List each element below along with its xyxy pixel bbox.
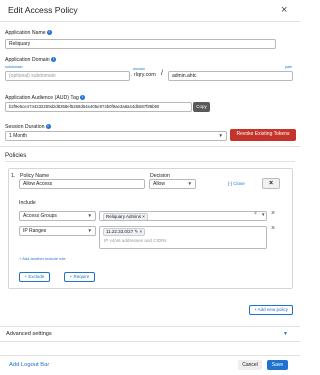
- policy-index: 1.: [11, 173, 16, 179]
- divider: [5, 161, 295, 162]
- close-policy-link[interactable]: [-] Close: [228, 181, 245, 186]
- info-icon: i: [50, 57, 56, 63]
- include-label: Include: [19, 200, 36, 206]
- policies-heading: Policies: [5, 152, 27, 159]
- app-domain-label: Application Domain i: [5, 57, 56, 63]
- decision-select[interactable]: Allow ▼: [149, 179, 196, 189]
- add-policy-button[interactable]: + Add new policy: [249, 305, 293, 315]
- divider: [0, 341, 300, 342]
- path-input[interactable]: admin.ahtc: [168, 71, 293, 81]
- exclude-button[interactable]: + Exclude: [19, 272, 50, 282]
- subdomain-input[interactable]: (optional) subdomain: [5, 71, 130, 81]
- chevron-down-icon: ▼: [87, 228, 92, 233]
- rule-selector-ip-ranges[interactable]: IP Ranges ▼: [19, 226, 96, 236]
- chevron-down-icon: ▼: [187, 181, 192, 186]
- divider: [0, 326, 300, 327]
- chevron-down-icon[interactable]: ▼: [283, 331, 288, 337]
- dialog-title: Edit Access Policy: [8, 5, 78, 15]
- app-name-input[interactable]: Reliquary: [5, 39, 276, 49]
- reliquary-admins-tag[interactable]: Reliquary Admins ×: [103, 213, 148, 220]
- subdomain-label: subdomain: [5, 65, 23, 69]
- remove-rule-icon[interactable]: ×: [271, 225, 275, 232]
- aud-tag-label: Application Audience (AUD) Tag i: [5, 95, 85, 101]
- revoke-tokens-button[interactable]: Revoke Existing Tokens: [230, 129, 296, 141]
- chevron-down-icon[interactable]: ▼: [261, 212, 265, 217]
- rule-selector-access-groups[interactable]: Access Groups ▼: [19, 211, 96, 221]
- policy-name-input[interactable]: Allow Access: [19, 179, 145, 189]
- edit-icon[interactable]: ✎: [134, 229, 138, 234]
- copy-button[interactable]: Copy: [193, 102, 210, 112]
- cancel-button[interactable]: Cancel: [238, 360, 262, 370]
- info-icon: i: [79, 95, 85, 101]
- dot-separator: .: [131, 72, 133, 78]
- require-button[interactable]: + Require: [64, 272, 95, 282]
- info-icon: i: [46, 30, 52, 36]
- aud-tag-input[interactable]: b2f9e5ce4744232259d2d8368ef5268d54e405e8…: [5, 102, 192, 112]
- chevron-down-icon: ▼: [218, 133, 223, 138]
- divider: [0, 146, 300, 147]
- app-name-label: Application Name i: [5, 30, 52, 36]
- ip-range-tag[interactable]: 11.22.33.0/27 ✎ ×: [103, 228, 146, 236]
- access-groups-input[interactable]: Reliquary Admins ×: [99, 211, 267, 221]
- ip-ranges-placeholder: IP v4/v6 addresses and CIDRs: [104, 238, 167, 243]
- domain-label: domain: [133, 67, 145, 71]
- info-icon: i: [45, 124, 51, 130]
- add-logout-bar-link[interactable]: Add Logout Bar: [9, 362, 49, 368]
- chevron-down-icon: ▼: [87, 213, 92, 218]
- session-duration-label: Session Duration i: [5, 124, 51, 130]
- remove-rule-icon[interactable]: ×: [271, 210, 275, 217]
- session-duration-select[interactable]: 1 Month ▼: [5, 131, 227, 141]
- slash-separator: /: [161, 70, 163, 77]
- path-label: path: [285, 65, 292, 69]
- domain-value: rlqry.com: [134, 72, 156, 78]
- delete-policy-button[interactable]: ×: [262, 178, 280, 189]
- advanced-settings-toggle[interactable]: Advanced settings: [6, 331, 52, 337]
- remove-tag-icon[interactable]: ×: [140, 229, 143, 234]
- save-button[interactable]: Save: [267, 360, 288, 370]
- clear-icon[interactable]: ×: [254, 211, 257, 217]
- add-include-rule-link[interactable]: + Add another include rule: [19, 256, 66, 261]
- close-icon[interactable]: ×: [281, 3, 287, 17]
